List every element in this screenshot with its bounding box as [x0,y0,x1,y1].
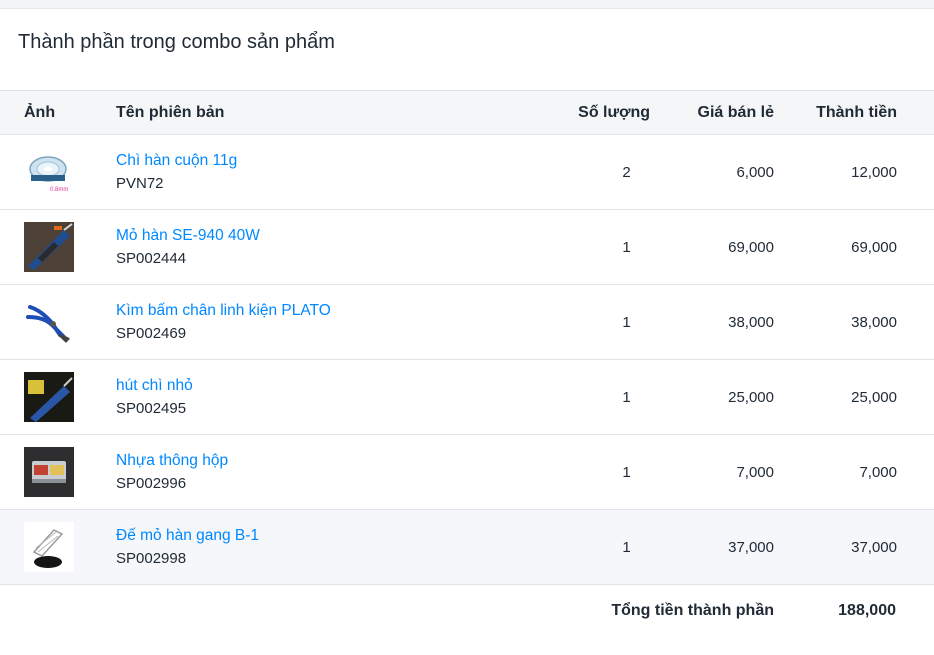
product-sku: SP002998 [116,550,187,567]
combo-components-card: Thành phần trong combo sản phẩm Ảnh Tên … [0,8,934,655]
price-cell: 37,000 [728,538,774,556]
price-cell: 38,000 [728,313,774,331]
product-sku: SP002469 [116,325,187,342]
soldering-iron-icon [24,222,74,272]
grand-total-value: 188,000 [838,601,896,619]
total-cell: 38,000 [851,313,897,331]
components-table: Ảnh Tên phiên bản Số lượng Giá bán lẻ Th… [0,90,934,637]
product-sku: SP002444 [116,250,187,267]
product-name-link[interactable]: Kìm bấm chân linh kiện PLATO [116,302,547,320]
qty-cell: 1 [622,463,631,481]
col-header-name: Tên phiên bản [116,90,547,135]
total-cell: 7,000 [859,463,897,481]
product-name-link[interactable]: Đế mỏ hàn gang B-1 [116,527,547,545]
col-header-price: Giá bán lẻ [658,90,795,135]
total-label: Tổng tiền thành phần [611,601,774,619]
product-sku: SP002495 [116,400,187,417]
product-name-link[interactable]: hút chì nhỏ [116,377,547,395]
total-cell: 37,000 [851,538,897,556]
qty-cell: 2 [622,163,631,181]
table-row: Đế mỏ hàn gang B-1 SP002998 1 37,000 37,… [0,509,934,585]
table-row: 0.8mm Chì hàn cuộn 11g PVN72 2 6,000 12,… [0,135,934,210]
col-header-total: Thành tiền [795,90,934,135]
price-cell: 6,000 [736,163,774,181]
qty-cell: 1 [622,538,631,556]
qty-cell: 1 [622,313,631,331]
product-sku: SP002996 [116,475,187,492]
total-cell: 69,000 [851,238,897,256]
product-name-link[interactable]: Mỏ hàn SE-940 40W [116,227,547,245]
table-row: Mỏ hàn SE-940 40W SP002444 1 69,000 69,0… [0,210,934,285]
qty-cell: 1 [622,238,631,256]
table-row: Kìm bấm chân linh kiện PLATO SP002469 1 … [0,285,934,360]
table-row: Nhựa thông hộp SP002996 1 7,000 7,000 [0,435,934,510]
rosin-box-icon [24,447,74,497]
price-cell: 69,000 [728,238,774,256]
qty-cell: 1 [622,388,631,406]
table-header-row: Ảnh Tên phiên bản Số lượng Giá bán lẻ Th… [0,90,934,135]
product-name-link[interactable]: Nhựa thông hộp [116,452,547,470]
col-header-image: Ảnh [0,90,116,135]
price-cell: 25,000 [728,388,774,406]
table-row: hút chì nhỏ SP002495 1 25,000 25,000 [0,360,934,435]
price-cell: 7,000 [736,463,774,481]
desoldering-pump-icon [24,372,74,422]
solder-wire-roll-icon: 0.8mm [24,147,74,197]
svg-text:0.8mm: 0.8mm [50,187,68,193]
product-name-link[interactable]: Chì hàn cuộn 11g [116,152,547,170]
soldering-stand-icon [24,522,74,572]
total-cell: 25,000 [851,388,897,406]
card-title: Thành phần trong combo sản phẩm [18,31,335,53]
product-sku: PVN72 [116,175,164,192]
cutting-pliers-icon [24,297,74,347]
col-header-qty: Số lượng [547,90,658,135]
table-footer-row: Tổng tiền thành phần 188,000 [0,585,934,637]
total-cell: 12,000 [851,163,897,181]
